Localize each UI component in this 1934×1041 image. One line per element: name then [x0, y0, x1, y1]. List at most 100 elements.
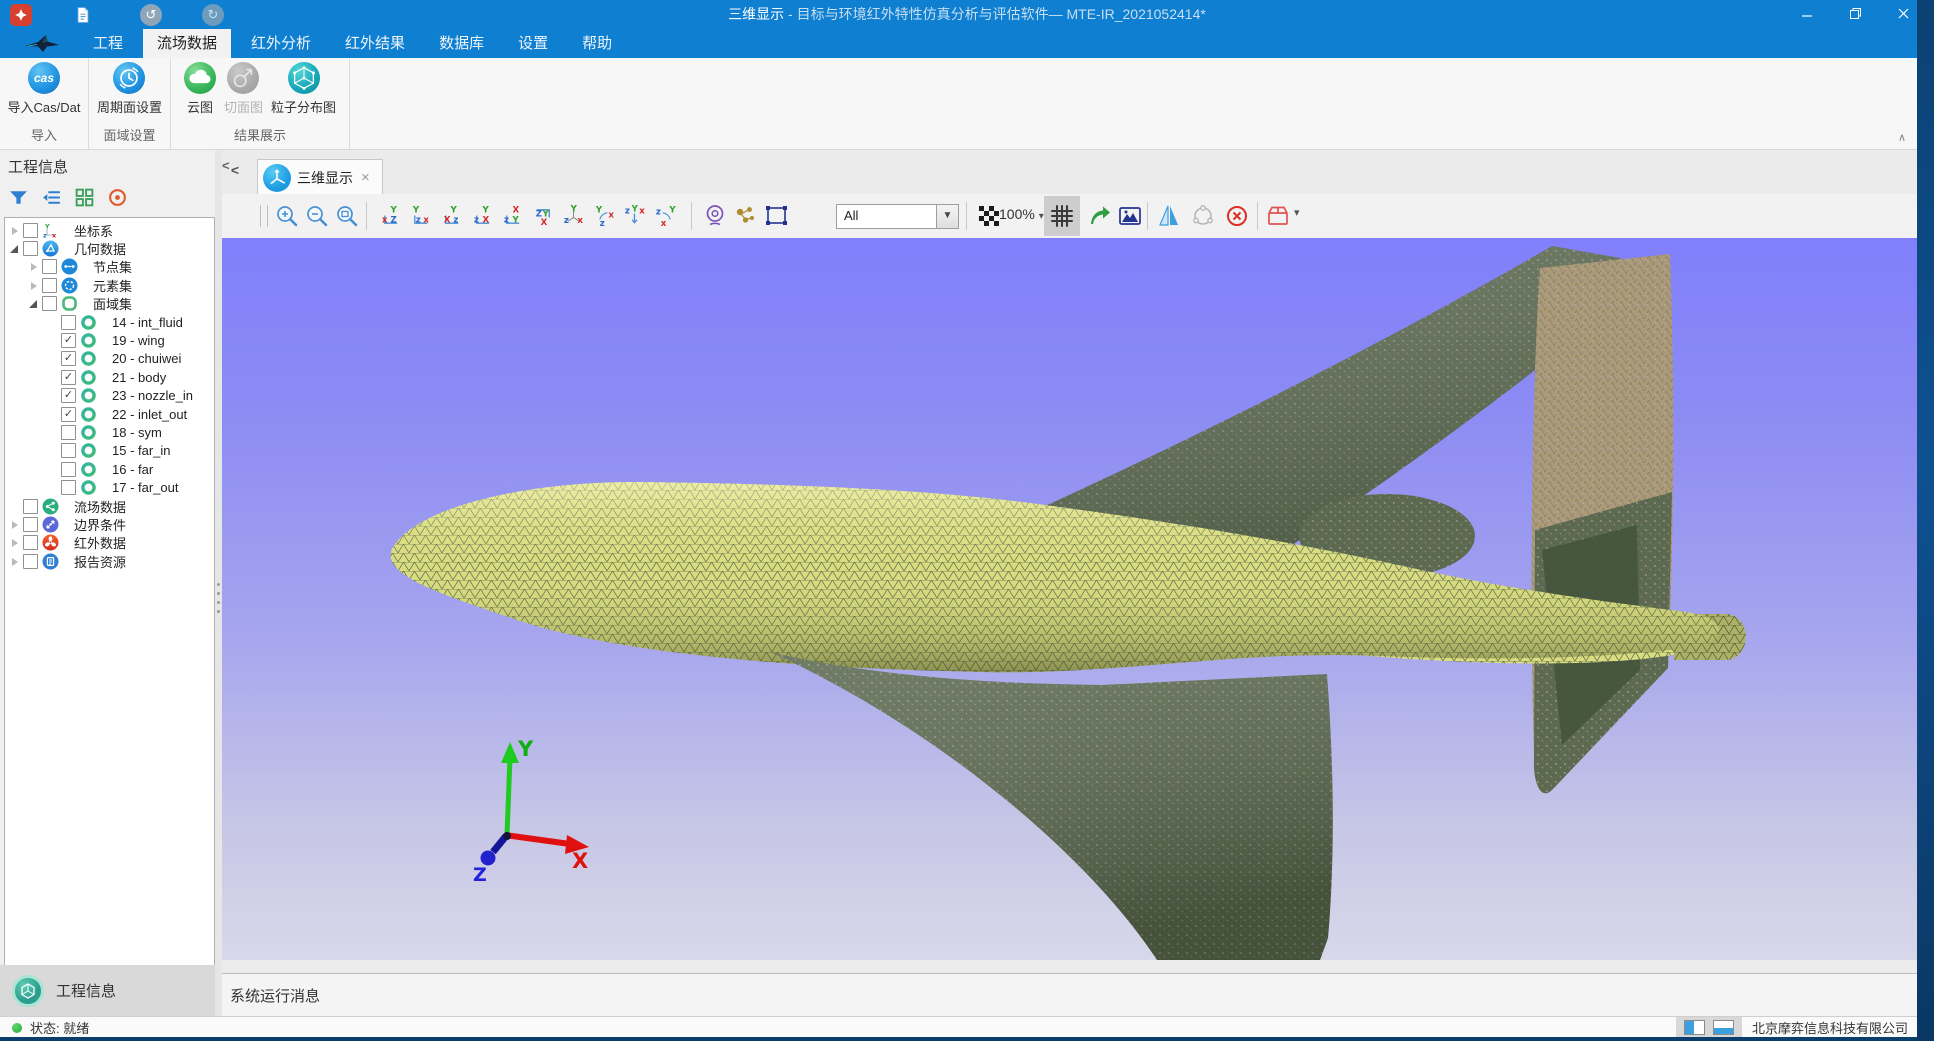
menu-item[interactable]: 帮助 [568, 29, 626, 58]
menu-item[interactable]: 红外分析 [237, 29, 325, 58]
tree-item[interactable]: 14 - int_fluid [5, 313, 214, 331]
particle-distribution-button[interactable]: 粒子分布图 [267, 62, 340, 116]
tree-item[interactable]: 边界条件 [5, 515, 214, 533]
tree-item[interactable]: 流场数据 [5, 497, 214, 515]
tab-3d-view[interactable]: 三维显示 × [257, 159, 383, 195]
expander-icon[interactable] [8, 518, 21, 531]
tree-item[interactable]: 17 - far_out [5, 478, 214, 496]
snapshot-icon[interactable] [1117, 203, 1143, 229]
expander-icon[interactable] [8, 555, 21, 568]
tree-item[interactable]: 23 - nozzle_in [5, 387, 214, 405]
tree-item[interactable]: 19 - wing [5, 331, 214, 349]
panel-layout-icon[interactable] [1684, 1020, 1705, 1035]
visibility-checkbox[interactable] [61, 480, 76, 495]
mirror-icon[interactable] [1156, 203, 1182, 229]
mesh-toggle-button[interactable] [1044, 196, 1080, 236]
tree-item[interactable]: 元素集 [5, 276, 214, 294]
project-info-bottom-button[interactable]: 工程信息 [0, 965, 215, 1016]
opacity-dropdown[interactable]: 100% ▾ [999, 206, 1044, 222]
tree-item[interactable]: 20 - chuiwei [5, 350, 214, 368]
expander-icon[interactable] [8, 242, 21, 255]
probe-icon[interactable] [702, 203, 728, 229]
view-rotate-left-icon[interactable]: Yxz [592, 204, 617, 229]
visibility-checkbox[interactable] [61, 333, 76, 348]
tree-item[interactable]: 18 - sym [5, 423, 214, 441]
collapse-ribbon-icon[interactable]: ∧ [1898, 131, 1906, 144]
tree-item[interactable]: 报告资源 [5, 552, 214, 570]
project-tree[interactable]: Yzx坐标系几何数据节点集元素集面域集14 - int_fluid19 - wi… [4, 217, 215, 966]
chevron-down-icon[interactable]: ▾ [1294, 206, 1300, 219]
view-isometric-icon[interactable]: Yzx [561, 204, 586, 229]
panel-collapse-icon[interactable]: < [222, 158, 238, 176]
menu-item[interactable]: 红外结果 [331, 29, 419, 58]
chevron-down-icon[interactable]: ▼ [936, 205, 958, 228]
box-select-icon[interactable] [764, 203, 790, 229]
expander-icon[interactable] [8, 224, 21, 237]
visibility-checkbox[interactable] [23, 554, 38, 569]
grid-icon[interactable] [74, 187, 95, 208]
tree-item[interactable]: 红外数据 [5, 534, 214, 552]
filter-icon[interactable] [8, 187, 29, 208]
clear-icon[interactable] [1224, 203, 1250, 229]
tree-item[interactable]: 面域集 [5, 295, 214, 313]
view-bottom-icon[interactable]: ZYX [531, 204, 556, 229]
visibility-checkbox[interactable] [61, 407, 76, 422]
import-cas-dat-button[interactable]: cas 导入Cas/Dat [4, 62, 85, 116]
periodic-face-button[interactable]: 周期面设置 [93, 62, 166, 116]
visibility-checkbox[interactable] [61, 425, 76, 440]
visibility-checkbox[interactable] [23, 241, 38, 256]
panel-splitter[interactable] [215, 150, 222, 1016]
expander-icon[interactable] [8, 536, 21, 549]
restore-icon[interactable] [1842, 7, 1868, 23]
view-top-icon[interactable]: XzY [500, 204, 525, 229]
viewport-canvas[interactable]: Y X Z [222, 238, 1917, 960]
visibility-checkbox[interactable] [23, 223, 38, 238]
target-icon[interactable] [107, 187, 128, 208]
tree-item[interactable]: 几何数据 [5, 239, 214, 257]
menu-item[interactable]: 流场数据 [143, 29, 231, 58]
view-front-icon[interactable]: YxZ [378, 204, 403, 229]
visibility-checkbox[interactable] [61, 462, 76, 477]
close-icon[interactable] [1890, 7, 1916, 23]
expander-icon[interactable] [27, 260, 40, 273]
close-icon[interactable]: × [361, 170, 370, 185]
visibility-checkbox[interactable] [42, 296, 57, 311]
tree-item[interactable]: 节点集 [5, 258, 214, 276]
menu-item[interactable]: 工程 [79, 29, 137, 58]
particles-icon[interactable] [732, 203, 758, 229]
menu-item[interactable]: 数据库 [425, 29, 498, 58]
visibility-checkbox[interactable] [61, 443, 76, 458]
visibility-checkbox[interactable] [61, 388, 76, 403]
toolbar-drag-handle[interactable] [260, 205, 268, 227]
viewport-3d[interactable]: Y X Z [222, 238, 1917, 974]
menu-item[interactable]: 设置 [504, 29, 562, 58]
visibility-checkbox[interactable] [61, 351, 76, 366]
expander-icon[interactable] [27, 297, 40, 310]
contour-cloud-button[interactable]: 云图 [180, 62, 220, 116]
visibility-checkbox[interactable] [61, 315, 76, 330]
share-arrow-icon[interactable] [1087, 203, 1113, 229]
view-back-icon[interactable]: Yzx [409, 204, 434, 229]
tree-item[interactable]: Yzx坐标系 [5, 221, 214, 239]
zoom-out-icon[interactable] [304, 203, 330, 229]
tree-item[interactable]: 16 - far [5, 460, 214, 478]
view-left-icon[interactable]: YXz [439, 204, 464, 229]
minimize-icon[interactable] [1794, 7, 1820, 23]
view-rotate-right-icon[interactable]: zYx [653, 204, 678, 229]
section-box-icon[interactable] [1265, 203, 1291, 229]
display-filter-select[interactable]: All ▼ [836, 204, 959, 229]
visibility-checkbox[interactable] [23, 517, 38, 532]
expander-icon[interactable] [27, 279, 40, 292]
visibility-checkbox[interactable] [61, 370, 76, 385]
zoom-fit-icon[interactable] [334, 203, 360, 229]
visibility-checkbox[interactable] [23, 499, 38, 514]
tree-item[interactable]: 21 - body [5, 368, 214, 386]
view-right-icon[interactable]: YzX [470, 204, 495, 229]
view-down-icon[interactable]: zYx [622, 204, 647, 229]
visibility-checkbox[interactable] [42, 278, 57, 293]
visibility-checkbox[interactable] [23, 535, 38, 550]
tree-item[interactable]: 22 - inlet_out [5, 405, 214, 423]
window-layout-icon[interactable] [1713, 1020, 1734, 1035]
tree-item[interactable]: 15 - far_in [5, 442, 214, 460]
zoom-in-icon[interactable] [274, 203, 300, 229]
